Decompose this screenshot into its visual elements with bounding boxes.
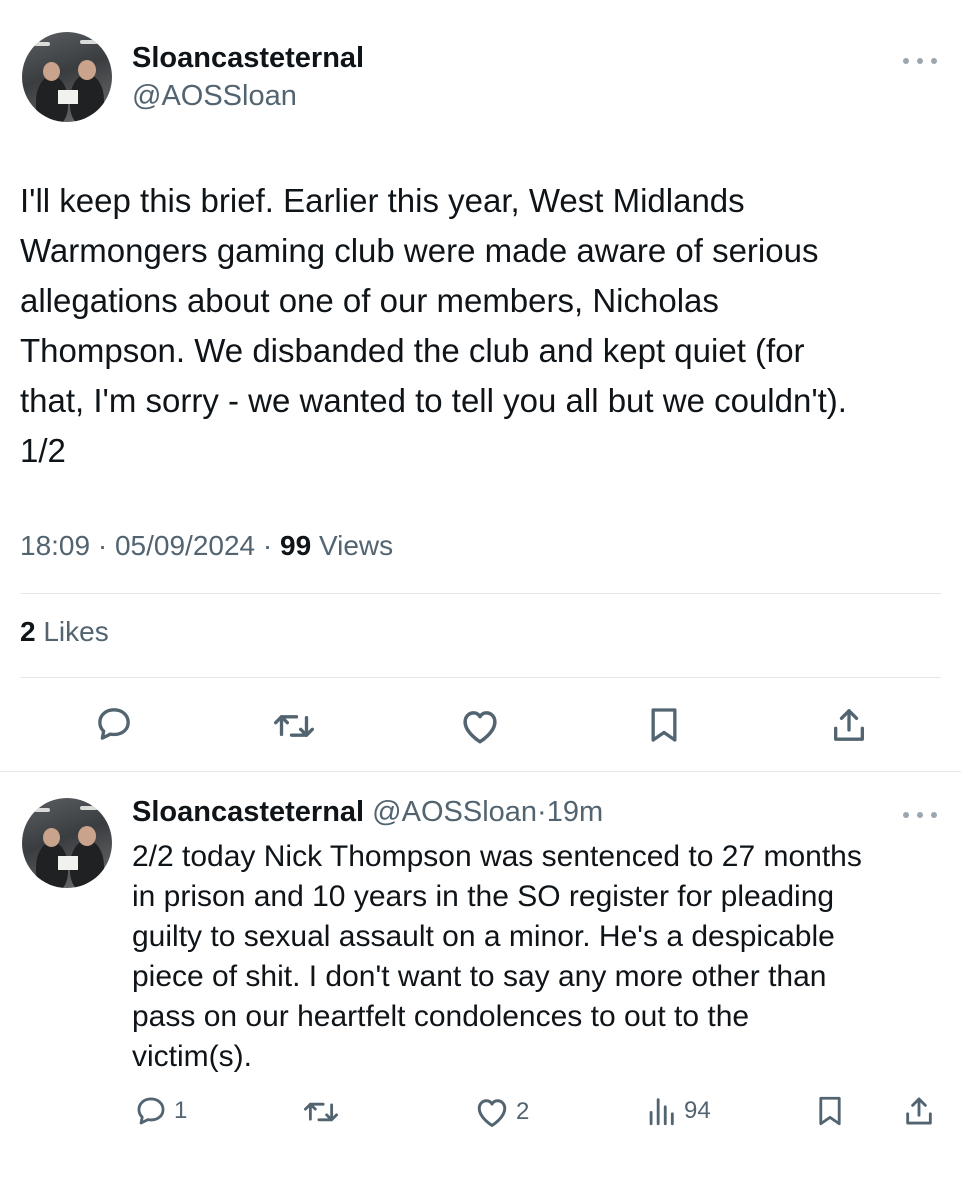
retweet-button[interactable] [272, 706, 316, 746]
like-icon [463, 711, 497, 744]
reply-text-line: in prison and 10 years in the SO registe… [132, 880, 835, 913]
like-count: 2 [516, 1098, 530, 1125]
likes-count: 2 [20, 616, 36, 647]
bookmark-button[interactable] [644, 704, 684, 746]
header-separator: · [537, 796, 547, 828]
reply-text-line: victim(s). [132, 1040, 252, 1073]
bookmark-button[interactable] [813, 1093, 847, 1129]
person-right-head [78, 826, 96, 846]
retweet-icon [303, 1102, 338, 1122]
tweet-time[interactable]: 18:09 [20, 530, 90, 561]
share-icon [906, 1097, 932, 1125]
author-handle[interactable]: @AOSSloan [372, 796, 537, 828]
reply-text-line: pass on our heartfelt condolences to out… [132, 1000, 750, 1033]
reply-button[interactable] [94, 704, 134, 744]
views-icon [649, 1098, 674, 1126]
views-count: 99 [280, 530, 312, 561]
tweet-date[interactable]: 05/09/2024 [115, 530, 255, 561]
author-name[interactable]: Sloancasteternal [132, 42, 364, 75]
author-name[interactable]: Sloancasteternal [132, 796, 364, 828]
divider [20, 593, 941, 594]
avatar[interactable] [22, 32, 112, 122]
background-light [34, 42, 50, 46]
retweet-icon [273, 715, 314, 737]
avatar[interactable] [22, 798, 112, 888]
tweet-text-line: I'll keep this brief. Earlier this year,… [20, 182, 745, 219]
background-light [80, 806, 98, 810]
view-count: 94 [684, 1097, 711, 1124]
reply-count: 1 [174, 1097, 188, 1124]
person-right-head [78, 60, 96, 80]
retweet-button[interactable] [302, 1095, 346, 1129]
more-options-icon[interactable] [903, 56, 937, 66]
reply-text: 2/2 today Nick Thompson was sentenced to… [132, 837, 947, 1077]
tweet-text: I'll keep this brief. Earlier this year,… [20, 176, 945, 476]
background-light [80, 40, 98, 44]
likes-summary[interactable]: 2 Likes [20, 616, 109, 648]
bookmark-icon [651, 708, 677, 742]
reply-header: Sloancasteternal @AOSSloan·19m [132, 796, 603, 829]
reply-text-line: guilty to sexual assault on a minor. He'… [132, 920, 835, 953]
tweet-age[interactable]: 19m [547, 796, 603, 828]
person-left-head [43, 828, 60, 847]
tweet-text-line: Warmongers gaming club were made aware o… [20, 232, 819, 269]
reply-text-line: 2/2 today Nick Thompson was sentenced to… [132, 840, 862, 873]
reply-icon [98, 708, 130, 740]
views-label: Views [318, 530, 394, 561]
person-left-head [43, 62, 60, 81]
divider [20, 677, 941, 678]
bookmark-icon [819, 1096, 841, 1126]
background-light [34, 808, 50, 812]
tweet-meta: 18:09 · 05/09/2024 · 99 Views [20, 530, 393, 562]
likes-label: Likes [43, 616, 109, 647]
tweet-text-line: Thompson. We disbanded the club and kept… [20, 332, 805, 369]
views-button[interactable]: 94 [644, 1094, 711, 1128]
tweet-text-line: that, I'm sorry - we wanted to tell you … [20, 382, 847, 419]
certificate [58, 856, 78, 870]
reply-text-line: piece of shit. I don't want to say any m… [132, 960, 827, 993]
like-icon [477, 1099, 507, 1127]
more-options-icon[interactable] [903, 810, 937, 820]
meta-separator: · [262, 530, 280, 561]
reply-icon [137, 1097, 165, 1125]
like-button[interactable]: 2 [474, 1095, 529, 1129]
share-button[interactable] [829, 704, 869, 746]
certificate [58, 90, 78, 104]
meta-separator: · [97, 530, 115, 561]
tweet-text-line: allegations about one of our members, Ni… [20, 282, 719, 319]
tweet-separator [0, 771, 961, 772]
author-handle[interactable]: @AOSSloan [132, 80, 297, 113]
share-icon [834, 709, 864, 741]
share-button[interactable] [902, 1093, 936, 1129]
like-button[interactable] [459, 706, 501, 746]
reply-button[interactable]: 1 [134, 1094, 187, 1128]
tweet-text-line: 1/2 [20, 432, 66, 469]
